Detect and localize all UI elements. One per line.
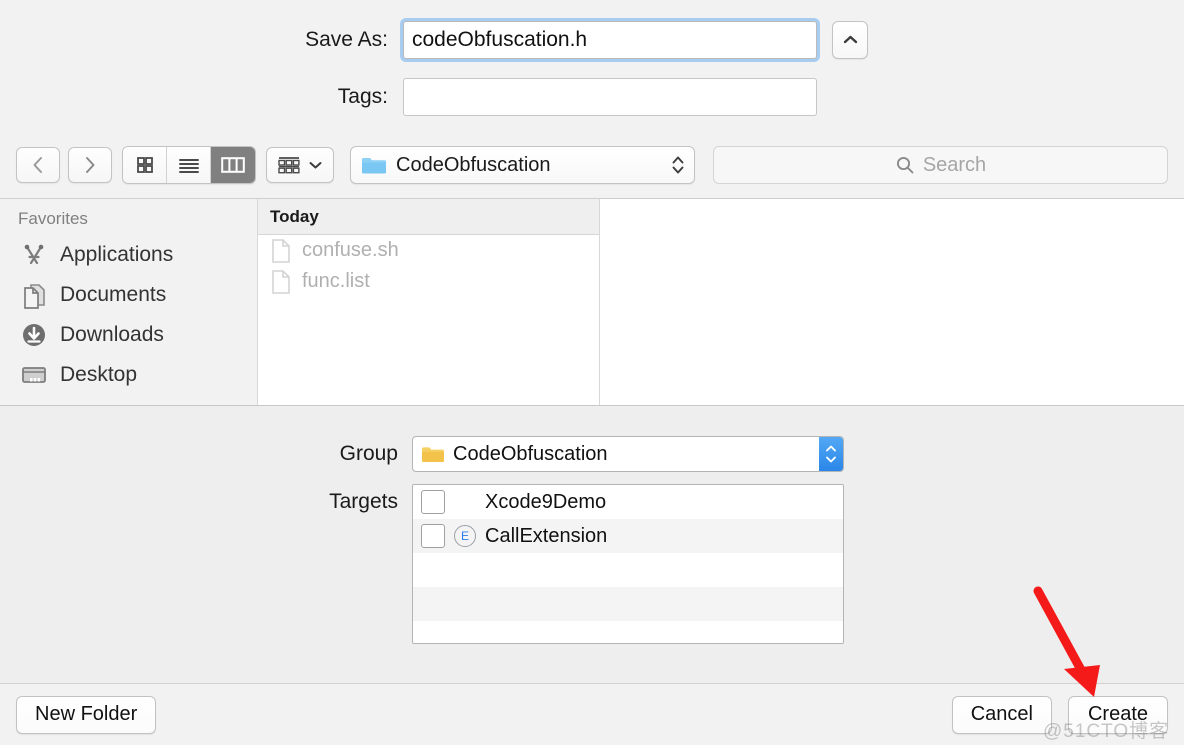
footer-action-buttons: Cancel Create (951, 695, 1168, 734)
sidebar-item-label: Documents (60, 283, 167, 306)
sidebar-item-downloads[interactable]: Downloads (0, 315, 257, 355)
targets-label: Targets (329, 490, 398, 513)
new-folder-button[interactable]: New Folder (16, 695, 157, 734)
chevron-up-icon (826, 445, 836, 452)
table-row-empty (413, 587, 843, 621)
save-as-field-wrap: codeObfuscation.h (400, 18, 868, 62)
file-icon (272, 269, 290, 294)
view-mode-group (122, 146, 256, 184)
columns-icon (221, 157, 245, 173)
targets-row: Targets Xcode9Demo E CallExtension (0, 484, 1184, 644)
targets-list: Xcode9Demo E CallExtension (412, 484, 844, 644)
dialog-footer: New Folder Cancel Create (0, 683, 1184, 745)
table-row-empty (413, 553, 843, 587)
accessory-panel: Group CodeObfuscation Targets Xcode9Demo… (0, 406, 1184, 683)
target-badge-slot: E (445, 525, 485, 547)
navigation-buttons (16, 147, 112, 183)
forward-button[interactable] (68, 147, 112, 183)
back-button[interactable] (16, 147, 60, 183)
file-list-column: Today confuse.sh func.list (258, 199, 600, 405)
save-as-label: Save As: (305, 28, 388, 51)
tags-field-wrap (400, 75, 868, 119)
tags-pad (400, 75, 820, 119)
chevron-down-icon (826, 456, 836, 463)
save-form: Save As: codeObfuscation.h Tags: (0, 0, 1184, 142)
cancel-button[interactable]: Cancel (951, 695, 1052, 734)
arrange-icon (278, 157, 300, 174)
target-checkbox[interactable] (421, 524, 445, 548)
sidebar-item-label: Downloads (60, 323, 164, 346)
target-name: CallExtension (485, 524, 608, 547)
chevron-left-icon (33, 157, 42, 173)
folder-blue-icon (362, 158, 386, 174)
column-view-button[interactable] (211, 147, 255, 183)
documents-icon (24, 284, 45, 309)
path-popup-label: CodeObfuscation (396, 153, 551, 176)
save-file-dialog: Save As: codeObfuscation.h Tags: CodeObf… (0, 0, 1184, 745)
sidebar-header-favorites: Favorites (18, 209, 88, 228)
save-as-focus-ring: codeObfuscation.h (400, 18, 820, 62)
sidebar-item-label: Applications (60, 243, 174, 266)
group-label: Group (339, 442, 398, 465)
group-value: CodeObfuscation (453, 442, 608, 465)
search-icon (896, 156, 914, 174)
group-row: Group CodeObfuscation (0, 436, 1184, 472)
target-name: Xcode9Demo (485, 490, 607, 513)
preview-column (600, 199, 1184, 405)
chevron-up-glyph (843, 35, 857, 44)
list-item[interactable]: confuse.sh (258, 235, 599, 266)
create-button[interactable]: Create (1068, 695, 1168, 734)
sidebar-item-applications[interactable]: Applications (0, 235, 257, 275)
tags-label: Tags: (337, 85, 388, 108)
updown-chevrons-icon (672, 156, 684, 174)
chevron-down-icon (309, 162, 322, 169)
arrange-button[interactable] (266, 147, 334, 183)
table-row[interactable]: E CallExtension (413, 519, 843, 553)
search-placeholder: Search (922, 153, 987, 176)
group-stepper[interactable] (819, 437, 843, 471)
sidebar-item-desktop[interactable]: Desktop (0, 355, 257, 395)
target-checkbox[interactable] (421, 490, 445, 514)
file-icon (272, 238, 290, 263)
file-name: func.list (302, 270, 370, 292)
search-input[interactable]: Search (713, 146, 1168, 184)
chevron-right-icon (86, 157, 95, 173)
list-icon (178, 159, 199, 173)
downloads-icon (23, 324, 45, 346)
folder-yellow-icon (422, 446, 444, 462)
sidebar-item-documents[interactable]: Documents (0, 275, 257, 315)
tags-row: Tags: (0, 75, 1184, 119)
list-view-button[interactable] (167, 147, 211, 183)
table-row[interactable]: Xcode9Demo (413, 485, 843, 519)
sidebar-item-label: Desktop (60, 363, 138, 386)
chevron-up-icon[interactable] (832, 21, 868, 59)
sidebar: Favorites Applications Documents Downloa… (0, 199, 258, 405)
save-as-input[interactable]: codeObfuscation.h (403, 21, 817, 59)
list-item[interactable]: func.list (258, 266, 599, 297)
icon-view-button[interactable] (123, 147, 167, 183)
applications-icon (24, 244, 44, 265)
tags-input[interactable] (403, 78, 817, 116)
group-popup-button[interactable]: CodeObfuscation (412, 436, 844, 472)
extension-badge-icon: E (454, 525, 476, 547)
desktop-icon (22, 367, 46, 383)
path-popup-button[interactable]: CodeObfuscation (350, 146, 695, 184)
file-name: confuse.sh (302, 239, 399, 261)
save-as-row: Save As: codeObfuscation.h (0, 18, 1184, 62)
grid-icon (136, 157, 153, 173)
browser-toolbar: CodeObfuscation Search (0, 142, 1184, 198)
table-row-empty (413, 621, 843, 643)
file-group-header-today: Today (258, 199, 599, 235)
file-browser: Favorites Applications Documents Downloa… (0, 198, 1184, 406)
